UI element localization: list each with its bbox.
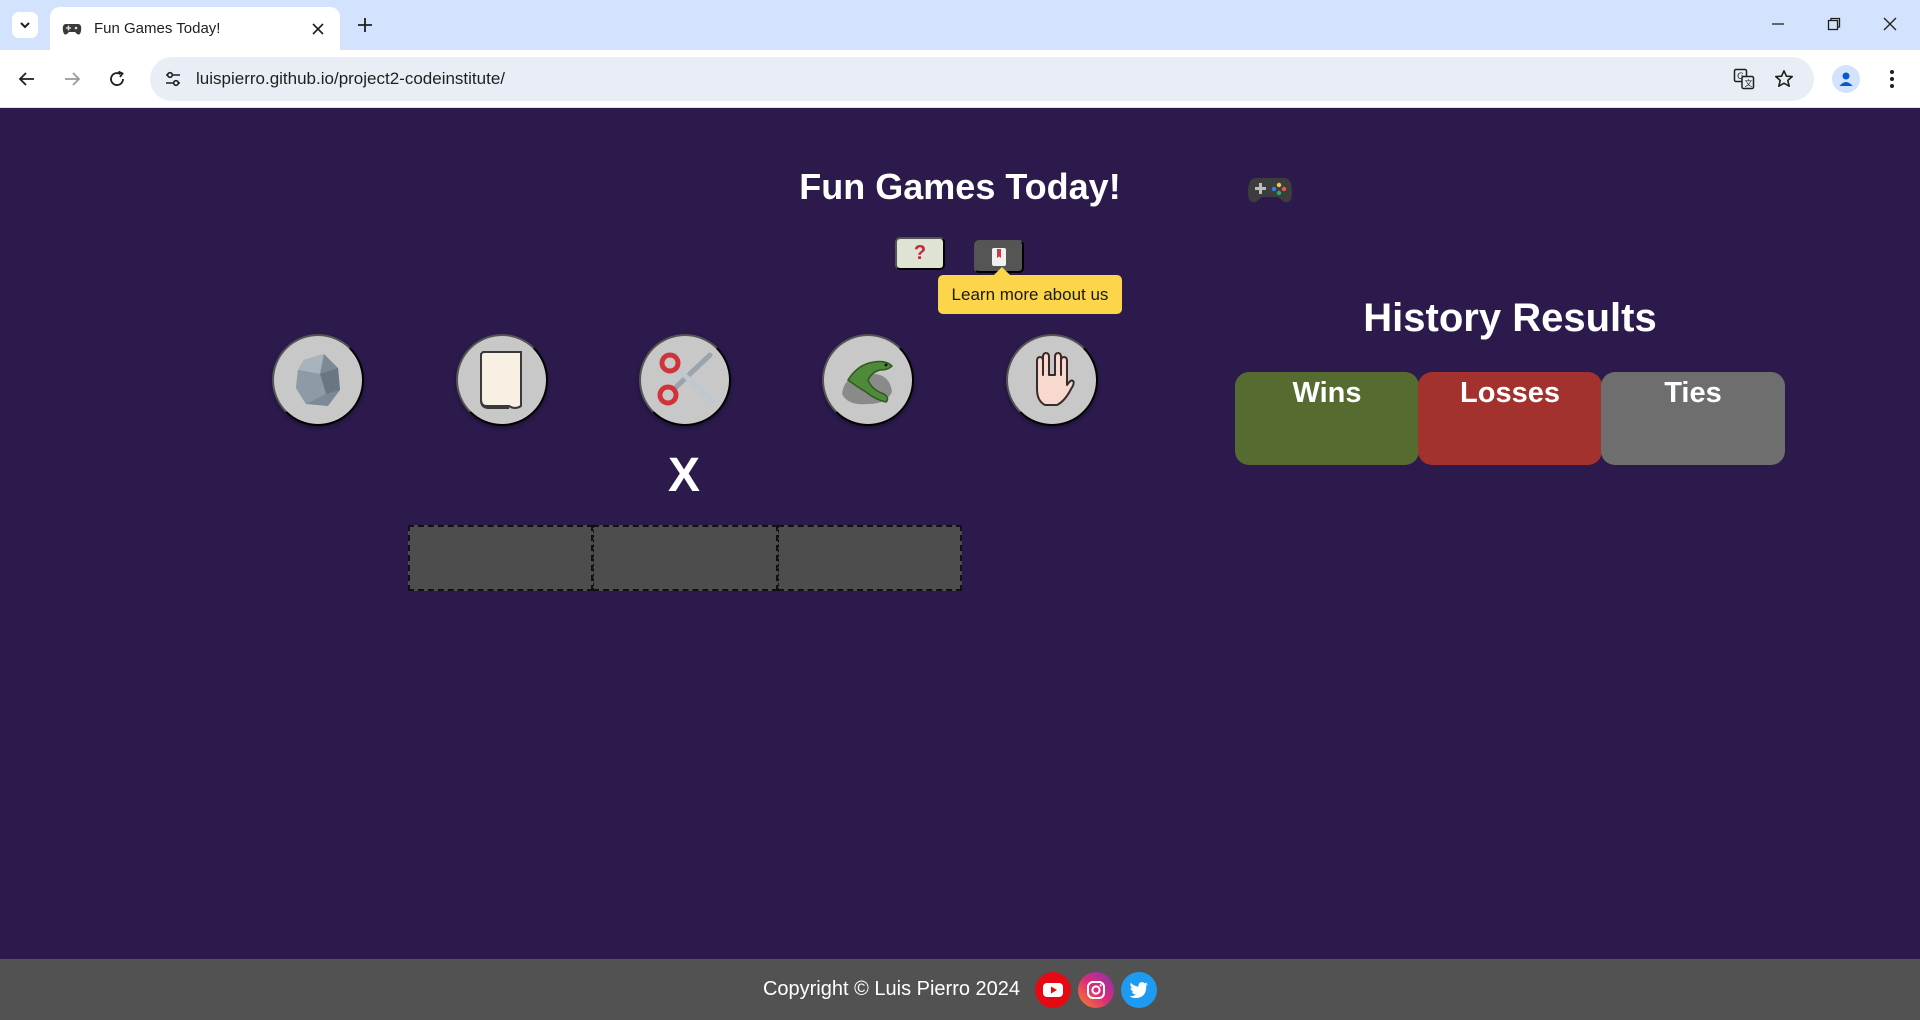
- choice-rock-button[interactable]: [272, 334, 364, 426]
- forward-button[interactable]: [57, 64, 87, 94]
- instagram-link[interactable]: [1078, 971, 1115, 1008]
- browser-tab-strip: Fun Games Today!: [0, 0, 1920, 50]
- history-title: History Results: [1363, 296, 1657, 340]
- help-button[interactable]: ?: [895, 237, 945, 270]
- result-slot: [593, 525, 778, 591]
- tab-title: Fun Games Today!: [94, 20, 221, 37]
- question-mark-icon: ?: [913, 242, 927, 264]
- address-bar[interactable]: luispierro.github.io/project2-codeinstit…: [150, 57, 1814, 101]
- chevron-down-icon: [20, 22, 30, 29]
- computer-choice-slot: [777, 525, 962, 591]
- minimize-button[interactable]: [1758, 8, 1798, 40]
- twitter-link[interactable]: [1121, 971, 1158, 1008]
- wins-label: Wins: [1292, 377, 1362, 409]
- back-button[interactable]: [12, 64, 42, 94]
- reload-button[interactable]: [102, 64, 132, 94]
- restore-button[interactable]: [1814, 8, 1854, 40]
- svg-text:文: 文: [1745, 78, 1753, 88]
- instagram-icon: [1087, 980, 1106, 999]
- result-display: [408, 525, 962, 591]
- choice-scissors-button[interactable]: [639, 334, 731, 426]
- plus-icon: [358, 18, 372, 32]
- browser-tab[interactable]: Fun Games Today!: [50, 7, 340, 50]
- bookmark-icon: [992, 247, 1006, 266]
- wins-box: Wins: [1235, 372, 1419, 465]
- scissors-icon: [657, 352, 715, 406]
- tab-search-button[interactable]: [12, 12, 38, 38]
- losses-label: Losses: [1460, 377, 1560, 409]
- about-tooltip: Learn more about us: [938, 267, 1122, 314]
- tune-icon: [166, 71, 180, 87]
- twitter-icon: [1129, 981, 1149, 998]
- player-choice-slot: [408, 525, 594, 591]
- url-text: luispierro.github.io/project2-codeinstit…: [196, 69, 506, 88]
- back-arrow-icon: [18, 72, 34, 86]
- close-icon: [1883, 17, 1897, 31]
- choice-spock-button[interactable]: [1006, 334, 1098, 426]
- translate-button[interactable]: G文: [1732, 67, 1756, 91]
- page-title: Fun Games Today!: [799, 166, 1121, 207]
- choice-lizard-button[interactable]: [822, 334, 914, 426]
- reload-icon: [110, 70, 124, 86]
- game-controller-icon: [1246, 170, 1294, 210]
- spock-hand-icon: [1036, 352, 1075, 406]
- browser-toolbar: luispierro.github.io/project2-codeinstit…: [0, 50, 1920, 108]
- new-tab-button[interactable]: [352, 12, 378, 38]
- restore-icon: [1827, 17, 1841, 31]
- youtube-link[interactable]: [1035, 971, 1072, 1008]
- minimize-icon: [1772, 23, 1784, 25]
- game-controller-icon: [62, 19, 82, 39]
- close-tab-icon[interactable]: [306, 17, 330, 41]
- browser-menu-button[interactable]: [1880, 65, 1904, 93]
- profile-button[interactable]: [1832, 65, 1860, 93]
- versus-label: X: [667, 449, 700, 502]
- avatar-icon: [1839, 72, 1853, 86]
- more-vert-icon: [1890, 70, 1894, 88]
- forward-arrow-icon: [65, 72, 81, 86]
- rock-icon: [296, 354, 340, 406]
- star-icon: [1775, 70, 1793, 87]
- footer: Copyright © Luis Pierro 2024: [0, 959, 1920, 1020]
- lizard-icon: [842, 360, 894, 405]
- bookmark-star-button[interactable]: [1772, 67, 1796, 91]
- copyright-text: Copyright © Luis Pierro 2024: [762, 978, 1021, 1000]
- paper-icon: [480, 351, 522, 409]
- ties-box: Ties: [1601, 372, 1785, 465]
- ties-label: Ties: [1664, 377, 1722, 409]
- choice-paper-button[interactable]: [456, 334, 548, 426]
- site-info-button[interactable]: [160, 66, 186, 92]
- youtube-icon: [1043, 982, 1064, 997]
- losses-box: Losses: [1418, 372, 1602, 465]
- close-window-button[interactable]: [1870, 8, 1910, 40]
- translate-icon: G文: [1733, 68, 1755, 90]
